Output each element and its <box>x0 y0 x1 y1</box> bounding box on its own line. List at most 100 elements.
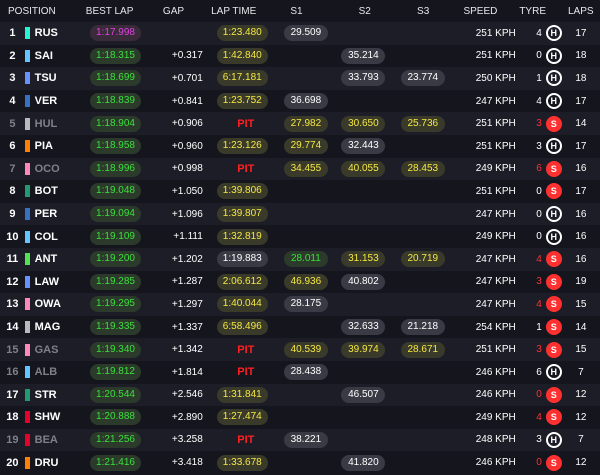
team-color-bar <box>24 117 30 130</box>
table-row[interactable]: 13 OWA 1:19.295 +1.297 1:40.044 28.175 247 KPH… <box>0 293 600 316</box>
team-color-bar <box>24 49 30 62</box>
lap-time: 1:27.474 <box>216 409 268 426</box>
laps: 17 <box>575 27 587 39</box>
tyre-compound-icon: S <box>545 386 562 403</box>
lap-time: 1:42.840 <box>216 47 268 64</box>
tyre-age: 3 <box>536 118 542 130</box>
position: 5 <box>9 117 16 130</box>
laps: 18 <box>575 50 587 62</box>
sector-2: 32.633 <box>341 319 386 336</box>
table-row[interactable]: 1 RUS 1:17.998 1:23.480 29.509 251 KPH 4 H 17 <box>0 22 600 45</box>
header-s1: S1 <box>290 5 303 17</box>
laps: 17 <box>575 95 587 107</box>
position: 13 <box>6 298 19 311</box>
pit-indicator: PIT <box>237 433 255 446</box>
tyre-compound-icon: H <box>545 228 562 245</box>
table-row[interactable]: 19 BEA 1:21.256 +3.258 PIT 38.221 248 KPH 3 H 7 <box>0 428 600 452</box>
sector-2: 40.802 <box>341 273 386 290</box>
speed: 247 KPH <box>475 276 516 288</box>
table-row[interactable]: 11 ANT 1:19.200 +1.202 1:19.883 28.011 31.153 2… <box>0 247 600 271</box>
tyre-compound-icon: S <box>545 160 562 177</box>
team-color-bar <box>24 140 30 153</box>
table-row[interactable]: 7 OCO 1:18.996 +0.998 PIT 34.455 40.055 28.453 2… <box>0 157 600 181</box>
tyre-age: 1 <box>536 72 542 84</box>
speed: 251 KPH <box>475 185 516 197</box>
table-row[interactable]: 17 STR 1:20.544 +2.546 1:31.841 46.507 246 KPH… <box>0 383 600 407</box>
gap: +1.337 <box>171 321 203 333</box>
table-row[interactable]: 3 TSU 1:18.699 +0.701 6:17.181 33.793 23.774 25… <box>0 67 600 90</box>
position: 18 <box>6 411 19 424</box>
tyre-compound-icon: H <box>545 206 562 223</box>
sector-1: 28.438 <box>283 364 328 381</box>
gap: +3.418 <box>171 457 203 469</box>
header-gap: GAP <box>162 5 185 17</box>
team-color-bar <box>24 185 30 198</box>
tyre-age: 0 <box>536 231 542 243</box>
speed: 249 KPH <box>475 411 516 423</box>
tyre-age: 4 <box>536 27 542 39</box>
driver-code: BEA <box>34 433 58 446</box>
lap-time: 6:17.181 <box>216 70 268 87</box>
tyre-age: 0 <box>536 185 542 197</box>
speed: 251 KPH <box>475 118 516 130</box>
table-row[interactable]: 10 COL 1:19.109 +1.111 1:32.819 249 KPH 0 H 16 <box>0 225 600 248</box>
gap: +1.814 <box>171 366 203 378</box>
speed: 251 KPH <box>475 140 516 152</box>
header-best-lap: BEST LAP <box>85 5 134 17</box>
pit-indicator: PIT <box>237 117 255 130</box>
position: 17 <box>6 388 19 401</box>
tyre-age: 6 <box>536 163 542 175</box>
sector-2: 39.974 <box>341 341 386 358</box>
best-lap: 1:19.340 <box>90 341 141 358</box>
table-row[interactable]: 18 SHW 1:20.888 +2.890 1:27.474 249 KPH 4 S 12 <box>0 406 600 429</box>
speed: 249 KPH <box>475 231 516 243</box>
tyre-compound-icon: H <box>545 431 562 448</box>
table-row[interactable]: 4 VER 1:18.839 +0.841 1:23.752 36.698 247 KPH 4… <box>0 89 600 113</box>
laps: 7 <box>578 366 584 378</box>
best-lap: 1:19.094 <box>90 206 141 223</box>
table-row[interactable]: 2 SAI 1:18.315 +0.317 1:42.840 35.214 251 KPH 0… <box>0 44 600 68</box>
lap-time: 1:23.752 <box>216 93 268 110</box>
table-row[interactable]: 9 PER 1:19.094 +1.096 1:39.807 247 KPH 0 H 16 <box>0 202 600 226</box>
tyre-age: 4 <box>536 298 542 310</box>
sector-1: 29.774 <box>283 138 328 155</box>
lap-time: 1:19.883 <box>216 251 268 268</box>
gap: +1.111 <box>173 231 203 243</box>
table-row[interactable]: 16 ALB 1:19.812 +1.814 PIT 28.438 246 KPH 6 H 7 <box>0 360 600 384</box>
table-row[interactable]: 6 PIA 1:18.958 +0.960 1:23.126 29.774 32.443 25… <box>0 134 600 158</box>
sector-1: 28.011 <box>283 251 328 268</box>
laps: 12 <box>575 457 587 469</box>
table-row[interactable]: 5 HUL 1:18.904 +0.906 PIT 27.982 30.650 25.736 2… <box>0 112 600 135</box>
header-s2: S2 <box>358 5 371 17</box>
table-row[interactable]: 15 GAS 1:19.340 +1.342 PIT 40.539 39.974 28.671… <box>0 338 600 361</box>
gap: +2.890 <box>171 411 203 423</box>
position: 7 <box>9 162 16 175</box>
driver-code: GAS <box>34 343 59 356</box>
best-lap: 1:19.285 <box>90 273 141 290</box>
table-row[interactable]: 8 BOT 1:19.048 +1.050 1:39.806 251 KPH 0 S 17 <box>0 180 600 203</box>
tyre-age: 3 <box>536 344 542 356</box>
team-color-bar <box>24 456 30 469</box>
table-row[interactable]: 12 LAW 1:19.285 +1.287 2:06.612 46.936 40.802 2… <box>0 270 600 294</box>
laps: 16 <box>575 253 587 265</box>
sector-3: 25.736 <box>400 115 445 132</box>
table-row[interactable]: 20 DRU 1:21.416 +3.418 1:33.678 41.820 246 KPH… <box>0 451 600 474</box>
tyre-age: 0 <box>536 50 542 62</box>
speed: 249 KPH <box>475 163 516 175</box>
speed: 251 KPH <box>475 344 516 356</box>
tyre-compound-icon: S <box>545 183 562 200</box>
tyre-compound-icon: H <box>545 47 562 64</box>
team-color-bar <box>24 411 30 424</box>
gap: +1.287 <box>171 276 203 288</box>
table-row[interactable]: 14 MAG 1:19.335 +1.337 6:58.496 32.633 21.218 2… <box>0 315 600 339</box>
tyre-age: 4 <box>536 411 542 423</box>
tyre-compound-icon: S <box>545 409 562 426</box>
header-s3: S3 <box>417 5 430 17</box>
gap: +1.342 <box>171 344 203 356</box>
gap: +1.050 <box>171 185 203 197</box>
lap-time: 1:33.678 <box>216 454 268 471</box>
best-lap: 1:17.998 <box>90 25 141 42</box>
lap-time: 1:31.841 <box>216 386 268 403</box>
driver-code: ANT <box>34 253 58 266</box>
gap: +2.546 <box>171 389 203 401</box>
